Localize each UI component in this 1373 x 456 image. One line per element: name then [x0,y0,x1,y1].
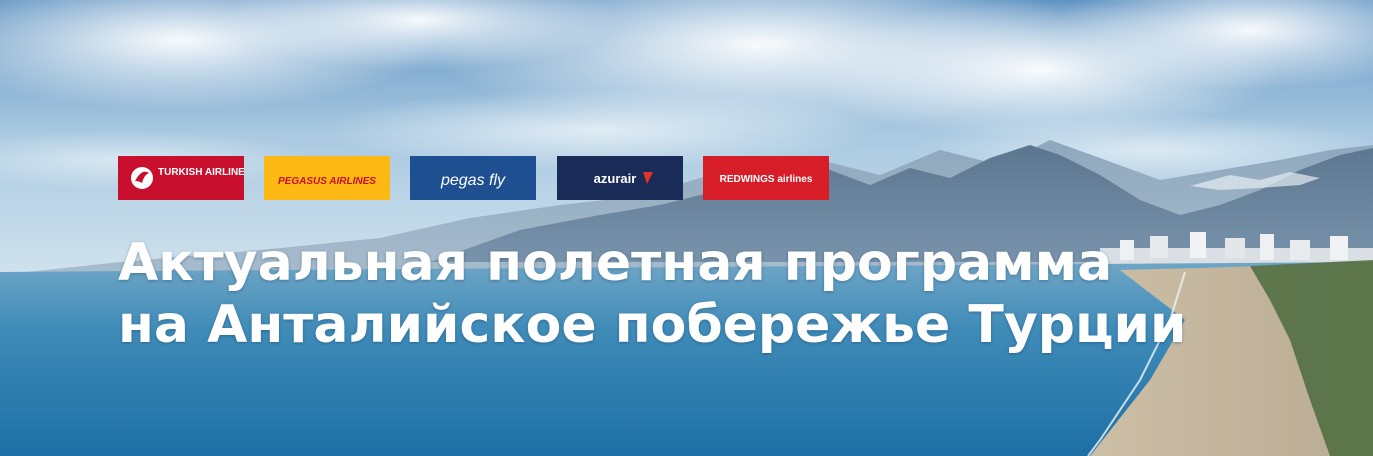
headline-line-1: Актуальная полетная программа [118,233,1113,293]
airline-label-azur: azurair [594,171,637,186]
azur-air-logo: azurair [557,156,683,200]
airline-label-pegasfly: pegas fly [440,172,506,189]
airline-label-redwings: REDWINGS airlines [720,174,813,185]
page-title: Актуальная полетная программа на Анталий… [118,232,1298,356]
turkish-airlines-logo: TURKISH AIRLINES [118,156,244,200]
airline-label-turkish: TURKISH AIRLINES [158,167,244,178]
airline-label-pegasus: PEGASUS AIRLINES [278,176,376,187]
headline-line-2: на Анталийское побережье Турции [118,295,1187,355]
pegasus-airlines-logo: PEGASUS AIRLINES [264,156,390,200]
pegas-fly-logo: pegas fly [410,156,536,200]
antalya-coast-background [0,0,1373,456]
red-wings-logo: REDWINGS airlines [703,156,829,200]
promo-banner: TURKISH AIRLINES PEGASUS AIRLINES pegas … [0,0,1373,456]
